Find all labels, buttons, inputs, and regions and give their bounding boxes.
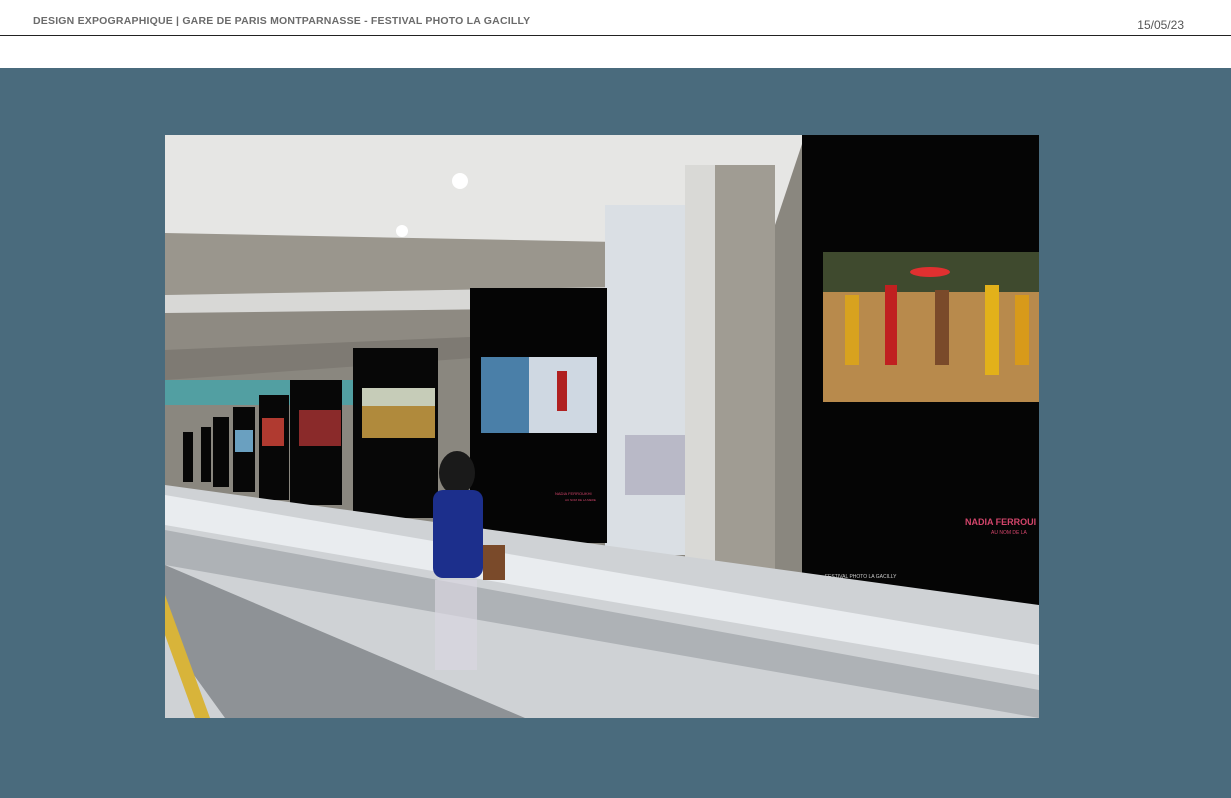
slide-stage: NADIA FERROUI AU NOM DE LA FESTIVAL PHOT… [0, 68, 1231, 798]
mid-panel-artist: NADIA FERROUKHI [555, 491, 592, 496]
header-date: 15/05/23 [1137, 18, 1184, 32]
header-title: DESIGN EXPOGRAPHIQUE | GARE DE PARIS MON… [33, 15, 531, 27]
large-panel-subtitle: AU NOM DE LA [991, 530, 1028, 536]
slide-header: DESIGN EXPOGRAPHIQUE | GARE DE PARIS MON… [0, 0, 1231, 36]
exhibition-mockup-photo: NADIA FERROUI AU NOM DE LA FESTIVAL PHOT… [165, 135, 1039, 718]
large-panel-artist: NADIA FERROUI [965, 517, 1036, 527]
mid-panel-subtitle: AU NOM DE LA MERE [565, 498, 596, 502]
mockup-illustration: NADIA FERROUI AU NOM DE LA FESTIVAL PHOT… [165, 135, 1039, 718]
